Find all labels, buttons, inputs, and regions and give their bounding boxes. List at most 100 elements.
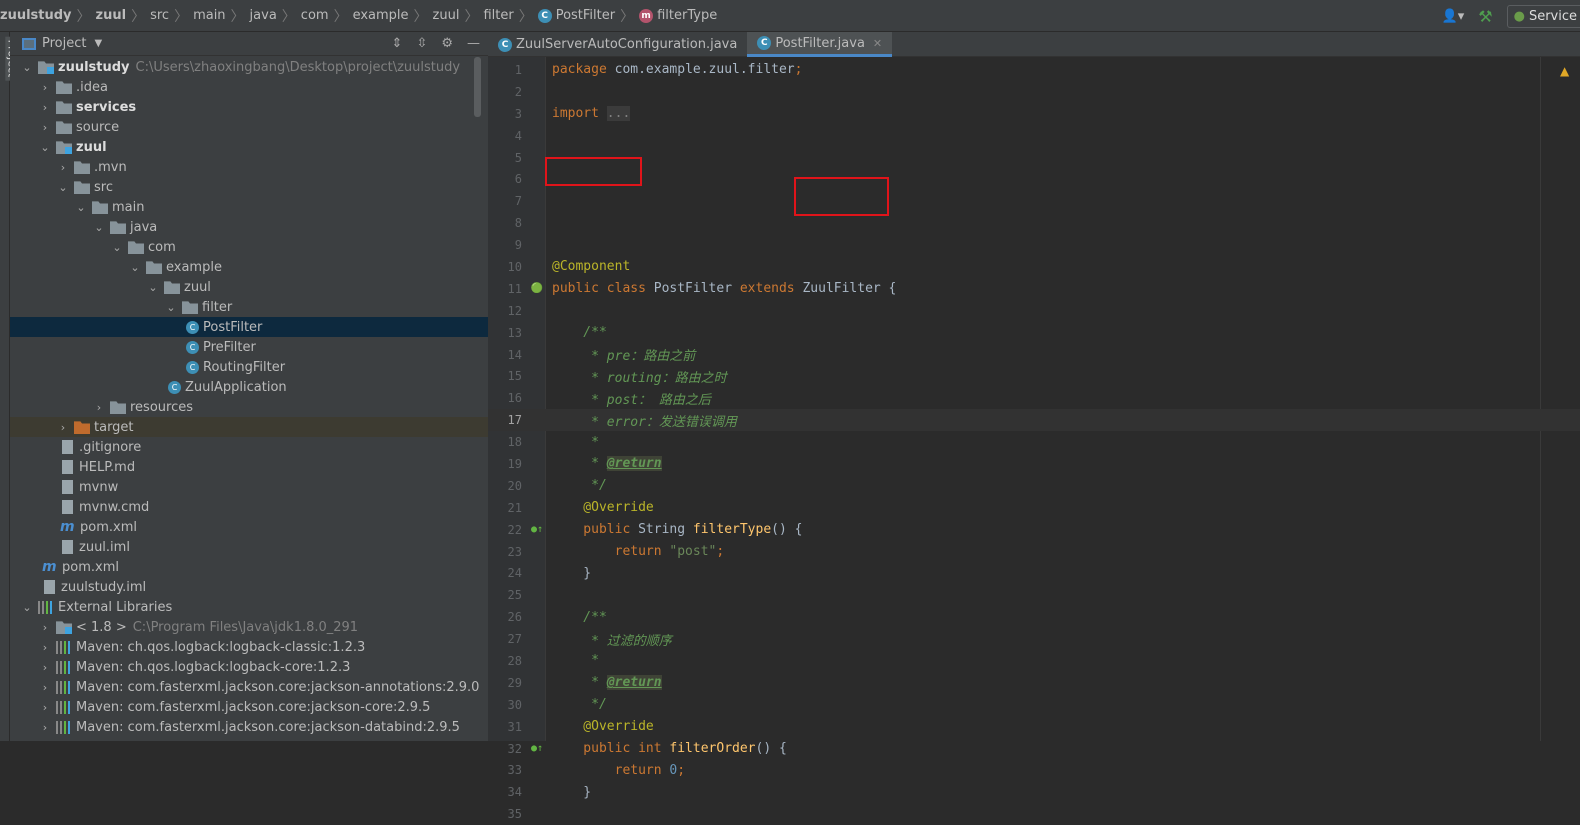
tree-item[interactable]: › services [10, 97, 488, 117]
code-line[interactable]: 2 [488, 81, 1580, 103]
breadcrumb-item[interactable]: zuul [433, 8, 460, 23]
tree-item[interactable]: ⌄ java [10, 217, 488, 237]
editor-tab[interactable]: C ZuulServerAutoConfiguration.java [488, 32, 747, 57]
tree-item[interactable]: › .idea [10, 77, 488, 97]
breadcrumb-item[interactable]: zuulstudy [0, 8, 72, 23]
code-line[interactable]: 5 [488, 147, 1580, 169]
code-line[interactable]: 1 package com.example.zuul.filter; [488, 59, 1580, 81]
chevron-right-icon[interactable]: › [38, 661, 52, 674]
breadcrumb-item[interactable]: main [193, 8, 225, 23]
chevron-right-icon[interactable]: › [38, 101, 52, 114]
tree-item[interactable]: › Maven: com.fasterxml.jackson.core:jacks… [10, 697, 488, 717]
tree-item[interactable]: ⌄ zuulstudy C:\Users\zhaoxingbang\Desktop\… [10, 57, 488, 77]
code-line[interactable]: 31 @Override [488, 716, 1580, 738]
code-line[interactable]: 34 } [488, 781, 1580, 803]
chevron-right-icon[interactable]: › [38, 641, 52, 654]
chevron-down-icon[interactable]: ⌄ [20, 61, 34, 74]
code-line[interactable]: 33 return 0; [488, 760, 1580, 782]
chevron-down-icon[interactable]: ⌄ [38, 141, 52, 154]
breadcrumb-item[interactable]: java [250, 8, 277, 23]
chevron-down-icon[interactable]: ⌄ [56, 181, 70, 194]
tree-item[interactable]: m pom.xml [10, 517, 488, 537]
chevron-down-icon[interactable]: ⌄ [92, 221, 106, 234]
chevron-right-icon[interactable]: › [38, 621, 52, 634]
tree-item[interactable]: C RoutingFilter [10, 357, 488, 377]
tree-item[interactable]: ⌄ com [10, 237, 488, 257]
code-editor[interactable]: 1 package com.example.zuul.filter; 2 3 impor… [488, 59, 1580, 825]
tree-item[interactable]: ⌄ example [10, 257, 488, 277]
tree-item[interactable]: zuul.iml [10, 537, 488, 557]
override-icon[interactable]: ●↑ [528, 743, 546, 754]
tree-item[interactable]: .gitignore [10, 437, 488, 457]
chevron-right-icon[interactable]: › [56, 161, 70, 174]
tree-item[interactable]: mvnw [10, 477, 488, 497]
code-line[interactable]: 27 * 过滤的顺序 [488, 628, 1580, 650]
tree-item[interactable]: ⌄ zuul [10, 277, 488, 297]
build-hammer-icon[interactable]: ⚒ [1478, 7, 1492, 26]
breadcrumb-item[interactable]: C PostFilter [537, 8, 615, 23]
code-line[interactable]: 10 @Component [488, 256, 1580, 278]
tree-item[interactable]: zuulstudy.iml [10, 577, 488, 597]
chevron-down-icon[interactable]: ⌄ [20, 601, 34, 614]
tree-item[interactable]: ⌄ External Libraries [10, 597, 488, 617]
code-line[interactable]: 22 ●↑ public String filterType() { [488, 519, 1580, 541]
chevron-down-icon[interactable]: ⌄ [128, 261, 142, 274]
code-line[interactable]: 25 [488, 584, 1580, 606]
tree-item[interactable]: › source [10, 117, 488, 137]
code-line[interactable]: 13 /** [488, 322, 1580, 344]
code-line[interactable]: 3 import ... [488, 103, 1580, 125]
breadcrumb-item[interactable]: m filterType [639, 8, 717, 23]
breadcrumb-item[interactable]: example [353, 8, 409, 23]
project-view-dropdown[interactable]: Project [42, 36, 86, 51]
services-button[interactable]: ● Service [1506, 4, 1580, 28]
minimize-icon[interactable]: — [467, 36, 480, 51]
tree-item[interactable]: › < 1.8 > C:\Program Files\Java\jdk1.8.0_2… [10, 617, 488, 637]
code-line[interactable]: 29 * @return [488, 672, 1580, 694]
code-line[interactable]: 18 * [488, 431, 1580, 453]
code-line[interactable]: 7 [488, 190, 1580, 212]
chevron-down-icon[interactable]: ⌄ [146, 281, 160, 294]
warning-icon[interactable]: ▲ [1560, 64, 1569, 78]
scrollbar[interactable] [474, 57, 481, 117]
breadcrumb-item[interactable]: zuul [96, 8, 127, 23]
code-line[interactable]: 23 return "post"; [488, 541, 1580, 563]
chevron-right-icon[interactable]: › [38, 701, 52, 714]
user-icon[interactable]: 👤▾ [1442, 9, 1465, 24]
code-line[interactable]: 26 /** [488, 606, 1580, 628]
chevron-right-icon[interactable]: › [38, 681, 52, 694]
chevron-right-icon[interactable]: › [38, 721, 52, 734]
chevron-right-icon[interactable]: › [92, 401, 106, 414]
tree-item[interactable]: mvnw.cmd [10, 497, 488, 517]
tree-item[interactable]: ⌄ filter [10, 297, 488, 317]
tree-item[interactable]: › .mvn [10, 157, 488, 177]
chevron-down-icon[interactable]: ⌄ [164, 301, 178, 314]
code-line[interactable]: 4 [488, 125, 1580, 147]
tree-item[interactable]: › resources [10, 397, 488, 417]
tree-item[interactable]: C PostFilter [10, 317, 488, 337]
close-icon[interactable]: ✕ [873, 37, 882, 50]
tree-item[interactable]: ⌄ main [10, 197, 488, 217]
breadcrumb-item[interactable]: filter [483, 8, 513, 23]
code-line[interactable]: 24 } [488, 562, 1580, 584]
code-line[interactable]: 21 @Override [488, 497, 1580, 519]
chevron-down-icon[interactable]: ⌄ [110, 241, 124, 254]
code-line[interactable]: 19 * @return [488, 453, 1580, 475]
code-line[interactable]: 30 */ [488, 694, 1580, 716]
tree-item[interactable]: ⌄ src [10, 177, 488, 197]
code-line[interactable]: 12 [488, 300, 1580, 322]
code-line[interactable]: 9 [488, 234, 1580, 256]
code-line[interactable]: 8 [488, 212, 1580, 234]
gear-icon[interactable]: ⚙ [441, 36, 453, 51]
tree-item[interactable]: › Maven: ch.qos.logback:logback-core:1.2.… [10, 657, 488, 677]
code-line[interactable]: 16 * post： 路由之后 [488, 387, 1580, 409]
spring-bean-icon[interactable]: 🟢 [528, 283, 546, 294]
collapse-all-icon[interactable]: ⇳ [416, 36, 427, 51]
code-line[interactable]: 15 * routing：路由之时 [488, 365, 1580, 387]
chevron-right-icon[interactable]: › [38, 81, 52, 94]
chevron-right-icon[interactable]: › [56, 421, 70, 434]
tree-item[interactable]: HELP.md [10, 457, 488, 477]
tree-item[interactable]: ⌄ zuul [10, 137, 488, 157]
breadcrumb-item[interactable]: com [301, 8, 329, 23]
code-line[interactable]: 20 */ [488, 475, 1580, 497]
tree-item[interactable]: C ZuulApplication [10, 377, 488, 397]
